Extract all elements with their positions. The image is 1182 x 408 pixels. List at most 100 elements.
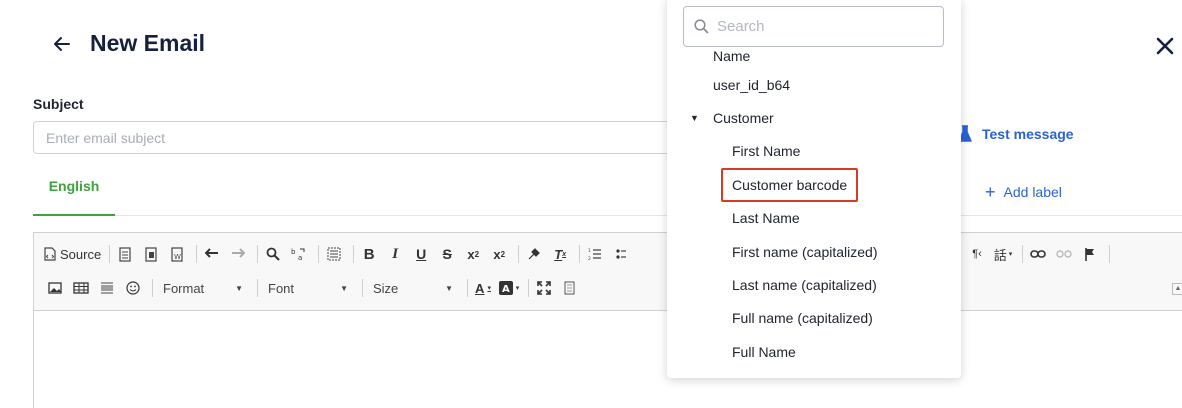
maximize-icon[interactable] <box>533 277 555 299</box>
toolbar-separator <box>1022 245 1023 263</box>
dropdown-search <box>683 6 944 47</box>
toolbar-separator <box>152 279 153 297</box>
table-icon[interactable] <box>70 277 92 299</box>
list-item-first-name[interactable]: First Name <box>667 135 961 168</box>
find-icon[interactable] <box>262 243 284 265</box>
caret-down-icon: ▼ <box>690 113 699 124</box>
list-item-name[interactable]: Name <box>667 48 961 68</box>
font-select-label: Font <box>268 280 295 296</box>
remove-format-icon[interactable]: Tx <box>549 243 571 265</box>
size-select[interactable]: Size ▼ <box>367 277 459 299</box>
toolbar-separator <box>1109 245 1110 263</box>
svg-text:b: b <box>291 248 296 256</box>
text-color-icon[interactable]: A ▾ <box>472 277 494 299</box>
list-item-label: Name <box>713 48 751 64</box>
back-arrow-icon[interactable] <box>52 34 72 54</box>
subscript-icon[interactable]: x2 <box>462 243 484 265</box>
undo-icon[interactable] <box>201 243 223 265</box>
dropdown-list: Name user_id_b64 ▼ Customer First Name C… <box>667 48 961 369</box>
replace-icon[interactable]: ba <box>288 243 310 265</box>
add-label-text: Add label <box>1003 184 1062 200</box>
paste-icon[interactable] <box>140 243 162 265</box>
underline-icon[interactable]: U <box>410 243 432 265</box>
collapse-toolbar-icon[interactable]: ▲ <box>1172 283 1182 295</box>
add-label-button[interactable]: + Add label <box>985 182 1062 202</box>
search-input[interactable] <box>717 18 937 35</box>
source-label: Source <box>60 246 102 262</box>
toolbar-row-1-right: ¶‹ 話 ▾ <box>966 240 1114 268</box>
bullet-list-icon[interactable] <box>610 243 632 265</box>
italic-icon[interactable]: I <box>384 243 406 265</box>
list-item-label: First Name <box>732 143 801 160</box>
toolbar-row-1: Source W ba B I U S x 2 x 2 T x 1 2 <box>44 240 636 268</box>
svg-text:A: A <box>502 284 510 295</box>
variable-dropdown: Name user_id_b64 ▼ Customer First Name C… <box>667 0 961 378</box>
svg-text:2: 2 <box>588 256 591 261</box>
svg-text:1: 1 <box>588 248 591 254</box>
list-group-customer[interactable]: ▼ Customer <box>667 101 961 134</box>
svg-text:a: a <box>298 254 302 261</box>
test-message-label: Test message <box>982 126 1074 142</box>
toolbar-separator <box>196 245 198 263</box>
size-select-label: Size <box>373 280 399 296</box>
source-icon <box>44 247 56 261</box>
list-item-label: Full Name <box>732 343 796 360</box>
toolbar-separator <box>467 279 468 297</box>
toolbar-separator <box>362 279 363 297</box>
editor-toolbar: Source W ba B I U S x 2 x 2 T x 1 2 ¶‹ 話… <box>34 233 1182 311</box>
source-button[interactable]: Source <box>44 243 101 265</box>
image-icon[interactable] <box>44 277 66 299</box>
format-select[interactable]: Format ▼ <box>157 277 249 299</box>
show-blocks-icon[interactable] <box>559 277 581 299</box>
list-item-label: user_id_b64 <box>713 76 791 93</box>
copy-icon[interactable] <box>114 243 136 265</box>
emoji-icon[interactable] <box>122 277 144 299</box>
test-message-button[interactable]: Test message <box>958 125 1074 143</box>
toolbar-separator <box>579 245 581 263</box>
toolbar-separator <box>528 279 529 297</box>
bold-icon[interactable]: B <box>358 243 380 265</box>
superscript-icon[interactable]: x2 <box>488 243 510 265</box>
redo-icon[interactable] <box>227 243 249 265</box>
plus-icon: + <box>985 182 996 202</box>
svg-text:W: W <box>174 253 181 261</box>
text-direction-icon[interactable]: ¶‹ <box>966 243 988 265</box>
toolbar-row-2: Format ▼ Font ▼ Size ▼ A ▾ A ▾ <box>44 274 585 302</box>
list-item-customer-barcode[interactable]: Customer barcode <box>667 167 961 202</box>
search-icon <box>694 19 709 34</box>
language-tabs: English + Add label <box>33 170 1182 216</box>
close-icon[interactable] <box>1156 37 1174 55</box>
toolbar-separator <box>257 245 259 263</box>
list-item-label: Full name (capitalized) <box>732 310 873 327</box>
link-icon[interactable] <box>1027 243 1049 265</box>
list-item-user-id-b64[interactable]: user_id_b64 <box>667 68 961 101</box>
list-item-full-name-capitalized[interactable]: Full name (capitalized) <box>667 302 961 335</box>
paste-word-icon[interactable]: W <box>166 243 188 265</box>
background-color-icon[interactable]: A ▾ <box>498 277 520 299</box>
chevron-down-icon: ▼ <box>445 283 453 293</box>
list-item-label: Last name (capitalized) <box>732 277 877 294</box>
toolbar-separator <box>518 245 520 263</box>
font-select[interactable]: Font ▼ <box>262 277 354 299</box>
unlink-icon[interactable] <box>1053 243 1075 265</box>
chevron-down-icon: ▼ <box>340 283 348 293</box>
numbered-list-icon[interactable]: 12 <box>584 243 606 265</box>
list-item-last-name[interactable]: Last Name <box>667 202 961 235</box>
list-item-last-name-capitalized[interactable]: Last name (capitalized) <box>667 268 961 301</box>
horizontal-line-icon[interactable] <box>96 277 118 299</box>
tab-english[interactable]: English <box>33 170 115 216</box>
list-item-full-name[interactable]: Full Name <box>667 335 961 368</box>
list-item-label: Customer <box>713 110 774 127</box>
anchor-flag-icon[interactable] <box>1079 243 1101 265</box>
strikethrough-icon[interactable]: S <box>436 243 458 265</box>
copy-formatting-icon[interactable] <box>523 243 545 265</box>
list-item-label: First name (capitalized) <box>732 243 878 260</box>
toolbar-separator <box>257 279 258 297</box>
list-item-first-name-capitalized[interactable]: First name (capitalized) <box>667 235 961 268</box>
chevron-down-icon: ▼ <box>235 283 243 293</box>
select-all-icon[interactable] <box>323 243 345 265</box>
list-item-label: Last Name <box>732 210 800 227</box>
toolbar-separator <box>353 245 355 263</box>
language-icon[interactable]: 話 ▾ <box>992 243 1014 265</box>
subject-input[interactable] <box>33 121 693 154</box>
